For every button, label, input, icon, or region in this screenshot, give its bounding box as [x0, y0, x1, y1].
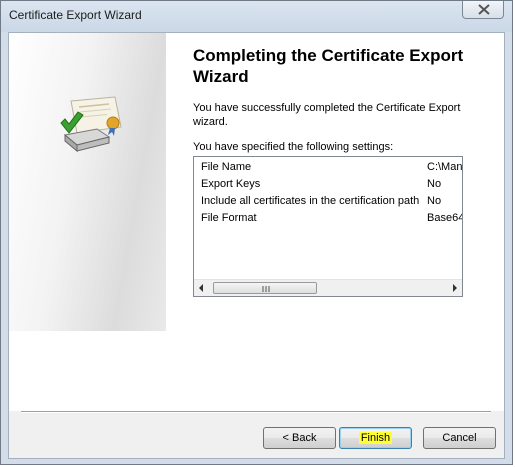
scroll-thumb[interactable]	[213, 282, 317, 294]
page-title: Completing the Certificate Export Wizard	[193, 46, 464, 86]
back-button[interactable]: < Back	[263, 427, 336, 449]
window-title: Certificate Export Wizard	[9, 8, 142, 22]
back-button-label: < Back	[282, 432, 317, 444]
setting-name: File Name	[201, 161, 252, 173]
scroll-left-button[interactable]	[194, 280, 210, 296]
finish-button[interactable]: Finish	[339, 427, 412, 449]
wizard-side-panel	[9, 33, 166, 331]
settings-label: You have specified the following setting…	[193, 141, 394, 153]
wizard-content: Completing the Certificate Export Wizard…	[166, 33, 504, 411]
title-bar[interactable]: Certificate Export Wizard	[1, 1, 512, 32]
arrow-right-icon	[453, 284, 457, 292]
list-item[interactable]: File Format Base64	[194, 210, 462, 227]
setting-name: File Format	[201, 212, 257, 224]
close-icon	[478, 4, 490, 15]
setting-name: Export Keys	[201, 178, 261, 190]
completion-message: You have successfully completed the Cert…	[193, 102, 461, 128]
divider	[21, 411, 491, 413]
certificate-export-icon	[60, 96, 122, 153]
setting-name: Include all certificates in the certific…	[201, 195, 420, 207]
grip-icon	[262, 286, 270, 292]
list-item[interactable]: Include all certificates in the certific…	[194, 193, 462, 210]
setting-value: No	[427, 178, 442, 190]
wizard-window: Certificate Export Wizard Completing the…	[0, 0, 513, 465]
list-item[interactable]: Export Keys No	[194, 176, 462, 193]
list-item[interactable]: File Name C:\Man	[194, 159, 462, 176]
arrow-left-icon	[199, 284, 203, 292]
settings-listbox[interactable]: File Name C:\Man Export Keys No Include …	[193, 156, 463, 297]
scroll-right-button[interactable]	[446, 280, 462, 296]
setting-value: C:\Man	[427, 161, 463, 173]
close-button[interactable]	[462, 1, 504, 19]
finish-button-label: Finish	[358, 432, 393, 444]
horizontal-scrollbar[interactable]	[194, 279, 462, 296]
setting-value: No	[427, 195, 442, 207]
wizard-client-area: Completing the Certificate Export Wizard…	[8, 32, 505, 459]
cancel-button[interactable]: Cancel	[423, 427, 496, 449]
setting-value: Base64	[427, 212, 463, 224]
cancel-button-label: Cancel	[442, 432, 477, 444]
